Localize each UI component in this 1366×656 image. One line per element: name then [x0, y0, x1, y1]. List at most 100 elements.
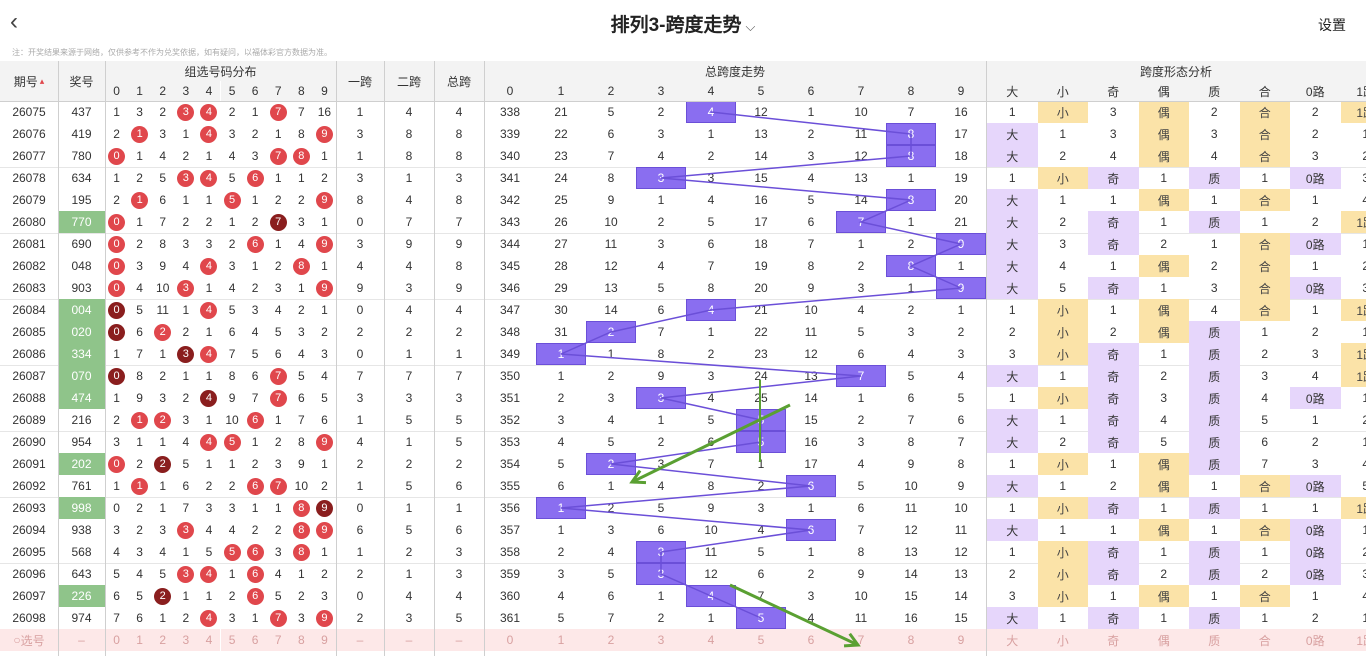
- shape-cell: 奇: [1088, 167, 1139, 189]
- pick-dist-digit[interactable]: 2: [151, 629, 175, 651]
- s2-cell: 1: [405, 171, 413, 185]
- dist-cell: 1: [205, 281, 213, 295]
- dist-cell: 6: [321, 413, 328, 427]
- pick-shape[interactable]: 大: [987, 629, 1038, 651]
- pick-shape[interactable]: 小: [1037, 629, 1088, 651]
- prize-cell: 954: [71, 435, 92, 449]
- trend-cell: 2: [657, 611, 665, 625]
- s1-cell: 1: [356, 479, 364, 493]
- pick-trend-digit[interactable]: 2: [586, 629, 636, 651]
- pick-trend-digit[interactable]: 0: [484, 629, 536, 651]
- settings-button[interactable]: 设置: [1318, 15, 1346, 35]
- pick-dist-digit[interactable]: 0: [105, 629, 129, 651]
- shape-cell: 合: [1239, 189, 1290, 211]
- trend-hit-cell: 3: [636, 541, 686, 563]
- dist-cell: 3: [298, 325, 305, 339]
- trend-cell: 7: [657, 325, 665, 339]
- pick-trend-digit[interactable]: 5: [736, 629, 786, 651]
- shape-cell: 1: [1160, 501, 1168, 515]
- s1-cell: 8: [356, 193, 364, 207]
- trend-cell: 3: [707, 171, 715, 185]
- pick-trend-digit[interactable]: 9: [936, 629, 986, 651]
- dist-cell: 7: [267, 101, 290, 123]
- dist-ball: 7: [269, 213, 287, 231]
- pick-dist-digit[interactable]: 3: [174, 629, 198, 651]
- radio-icon[interactable]: ○: [13, 633, 20, 647]
- trend-hit-cell: 9: [936, 277, 986, 299]
- shape-cell: 质: [1189, 167, 1240, 189]
- dist-cell: 3: [274, 281, 282, 295]
- pick-shape[interactable]: 合: [1239, 629, 1290, 651]
- pick-shape[interactable]: 奇: [1088, 629, 1139, 651]
- trend-cell: 5: [707, 215, 715, 229]
- dist-cell: 10: [294, 479, 309, 493]
- pick-dist-digit[interactable]: 6: [243, 629, 267, 651]
- pick-trend-digit[interactable]: 4: [686, 629, 736, 651]
- sort-icon[interactable]: ▴: [40, 76, 45, 87]
- pick-dist-digit[interactable]: 5: [220, 629, 244, 651]
- pick-trend-digit[interactable]: 7: [836, 629, 886, 651]
- trend-cell: 14: [904, 567, 918, 581]
- pick-trend-digit[interactable]: 8: [886, 629, 936, 651]
- prize-cell: 048: [71, 259, 92, 273]
- trend-cell: 15: [754, 171, 768, 185]
- back-button[interactable]: ‹: [10, 8, 34, 36]
- dist-cell: 2: [274, 259, 282, 273]
- pick-trend-digit[interactable]: 6: [786, 629, 836, 651]
- dist-cell: 9: [313, 233, 336, 255]
- shape-cell: 1: [1160, 611, 1168, 625]
- trend-cell: 1: [807, 545, 815, 559]
- shape-cell: 奇: [1088, 387, 1139, 409]
- trend-digit-header: 9: [936, 81, 986, 101]
- shape-cell: 3: [1362, 281, 1366, 295]
- trend-cell: 6: [907, 391, 915, 405]
- pick-label[interactable]: ○ 选号: [0, 629, 58, 651]
- shape-cell: 合: [1239, 123, 1290, 145]
- issue-header[interactable]: 期号 ▴: [0, 61, 58, 101]
- pick-dist-digit[interactable]: 7: [266, 629, 290, 651]
- s1-cell: 1: [356, 105, 364, 119]
- pick-trend-digit[interactable]: 1: [536, 629, 586, 651]
- s1-cell: 0: [356, 501, 364, 515]
- dist-cell: 10: [225, 413, 239, 427]
- pick-dist-digit[interactable]: 1: [128, 629, 152, 651]
- chevron-down-icon[interactable]: ⌵: [746, 19, 756, 35]
- dist-cell: 1: [205, 413, 213, 427]
- trend-cell: 354: [499, 457, 521, 471]
- shape-cell: 3: [1210, 127, 1218, 141]
- pick-shape[interactable]: 1路: [1340, 629, 1366, 651]
- dist-cell: 7: [298, 105, 305, 119]
- shape-cell: 1: [1109, 457, 1117, 471]
- pick-dist-digit[interactable]: 4: [197, 629, 221, 651]
- issue-cell: 26076: [12, 127, 46, 141]
- pick-shape[interactable]: 质: [1189, 629, 1240, 651]
- dist-cell: 1: [274, 413, 282, 427]
- shape-cell: 合: [1239, 145, 1290, 167]
- dist-cell: 9: [228, 391, 236, 405]
- trend-cell: 10: [854, 105, 868, 119]
- dist-ball: 8: [292, 543, 310, 561]
- shape-cell: 2: [1210, 105, 1218, 119]
- dist-cell: 2: [274, 193, 282, 207]
- pick-trend-digit[interactable]: 3: [636, 629, 686, 651]
- pick-shape[interactable]: 偶: [1138, 629, 1189, 651]
- dist-cell: 9: [159, 259, 167, 273]
- shape-cell: 5: [1160, 435, 1168, 449]
- shape-cell: 2: [1160, 567, 1168, 581]
- pick-dist-digit[interactable]: 8: [289, 629, 313, 651]
- trend-cell: 12: [754, 105, 768, 119]
- shape-cell: 1: [1311, 259, 1319, 273]
- pick-dist-digit[interactable]: 9: [312, 629, 336, 651]
- dist-cell: 3: [182, 413, 190, 427]
- shape-cell: 质: [1189, 387, 1240, 409]
- pick-shape[interactable]: 0路: [1290, 629, 1341, 651]
- shape-cell: 1: [1109, 259, 1117, 273]
- shape-cell: 6: [1261, 435, 1269, 449]
- shape-cell: 2: [1059, 215, 1067, 229]
- shape-cell: 4: [1210, 303, 1218, 317]
- shape-cell: 质: [1189, 343, 1240, 365]
- trend-cell: 6: [857, 501, 865, 515]
- trend-cell: 8: [957, 457, 965, 471]
- prize-cell: 938: [71, 523, 92, 537]
- tot-cell: 6: [455, 523, 463, 537]
